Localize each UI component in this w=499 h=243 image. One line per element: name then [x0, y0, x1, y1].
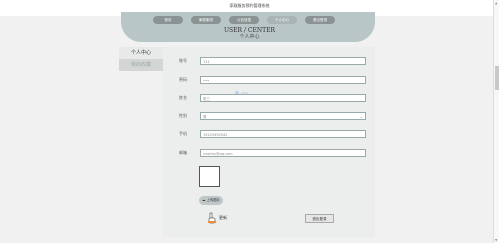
nav-tab-home[interactable]: 首页: [153, 16, 183, 24]
page-title: USER / CENTER: [223, 27, 276, 34]
phone-field[interactable]: 19129492542: [200, 130, 366, 138]
password-label: 密码: [179, 77, 187, 82]
nav-tab-user-center[interactable]: 个人中心: [267, 16, 297, 24]
account-label: 账号: [179, 58, 187, 63]
update-button[interactable]: 更新: [207, 212, 233, 224]
app-title: 家政服务预约管理系统: [0, 0, 499, 12]
update-label: 更新: [219, 215, 227, 220]
logout-button[interactable]: 退出登录: [305, 214, 334, 223]
scrollbar[interactable]: ▲ ▼: [493, 0, 499, 243]
email-field[interactable]: yuqhhy@qq.com: [200, 149, 366, 157]
name-field[interactable]: 张三: [200, 94, 366, 102]
gender-value: 男: [203, 115, 207, 119]
sidebar-item-favorites[interactable]: 我的收藏: [119, 59, 163, 71]
name-label: 姓名: [179, 95, 187, 100]
gender-row: 性别 男 ⌄: [179, 112, 366, 120]
phone-label: 手机: [179, 131, 187, 136]
avatar-preview: [199, 166, 220, 187]
password-row: 密码 •••: [179, 76, 366, 84]
password-field[interactable]: •••: [200, 76, 366, 84]
name-row: 姓名 张三: [179, 94, 366, 102]
upload-image-button[interactable]: ☁ 上传图片: [199, 196, 223, 205]
email-label: 邮箱: [179, 150, 187, 155]
account-row: 账号 111: [179, 57, 366, 65]
upload-icon: ☁: [201, 198, 206, 202]
nav-tab-announcements[interactable]: 公告信息: [229, 16, 259, 24]
scrollbar-thumb[interactable]: [495, 66, 499, 90]
account-field[interactable]: 111: [200, 57, 366, 65]
scroll-up-icon[interactable]: ▲: [495, 1, 497, 5]
gender-select[interactable]: 男 ⌄: [200, 112, 366, 120]
scroll-down-icon[interactable]: ▼: [495, 238, 497, 242]
page-subtitle: 个人中心: [239, 34, 260, 40]
nav-tab-logout[interactable]: 退出登录: [305, 16, 335, 24]
email-row: 邮箱 yuqhhy@qq.com: [179, 149, 366, 157]
hand-pointer-icon: [208, 212, 216, 224]
gender-label: 性别: [179, 113, 187, 118]
main-nav: 首页 家政服务 公告信息 个人中心 退出登录: [153, 16, 335, 24]
sidebar-item-user-center[interactable]: 个人中心: [119, 47, 163, 59]
upload-label: 上传图片: [206, 198, 221, 202]
nav-tab-services[interactable]: 家政服务: [191, 16, 221, 24]
sidebar: 个人中心 我的收藏: [119, 47, 163, 237]
chevron-down-icon[interactable]: ⌄: [360, 113, 363, 121]
phone-row: 手机 19129492542: [179, 130, 366, 138]
